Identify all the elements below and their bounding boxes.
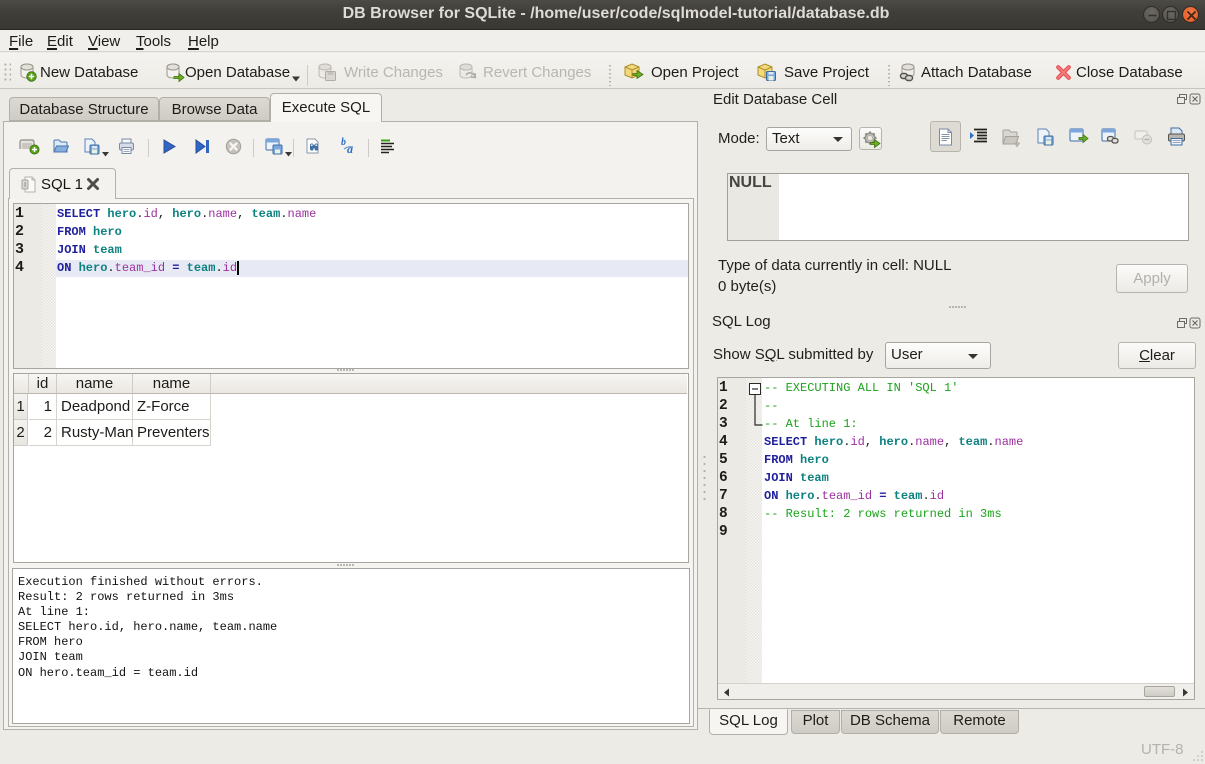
svg-text:b: b <box>341 137 346 148</box>
svg-text:a: a <box>347 142 353 155</box>
